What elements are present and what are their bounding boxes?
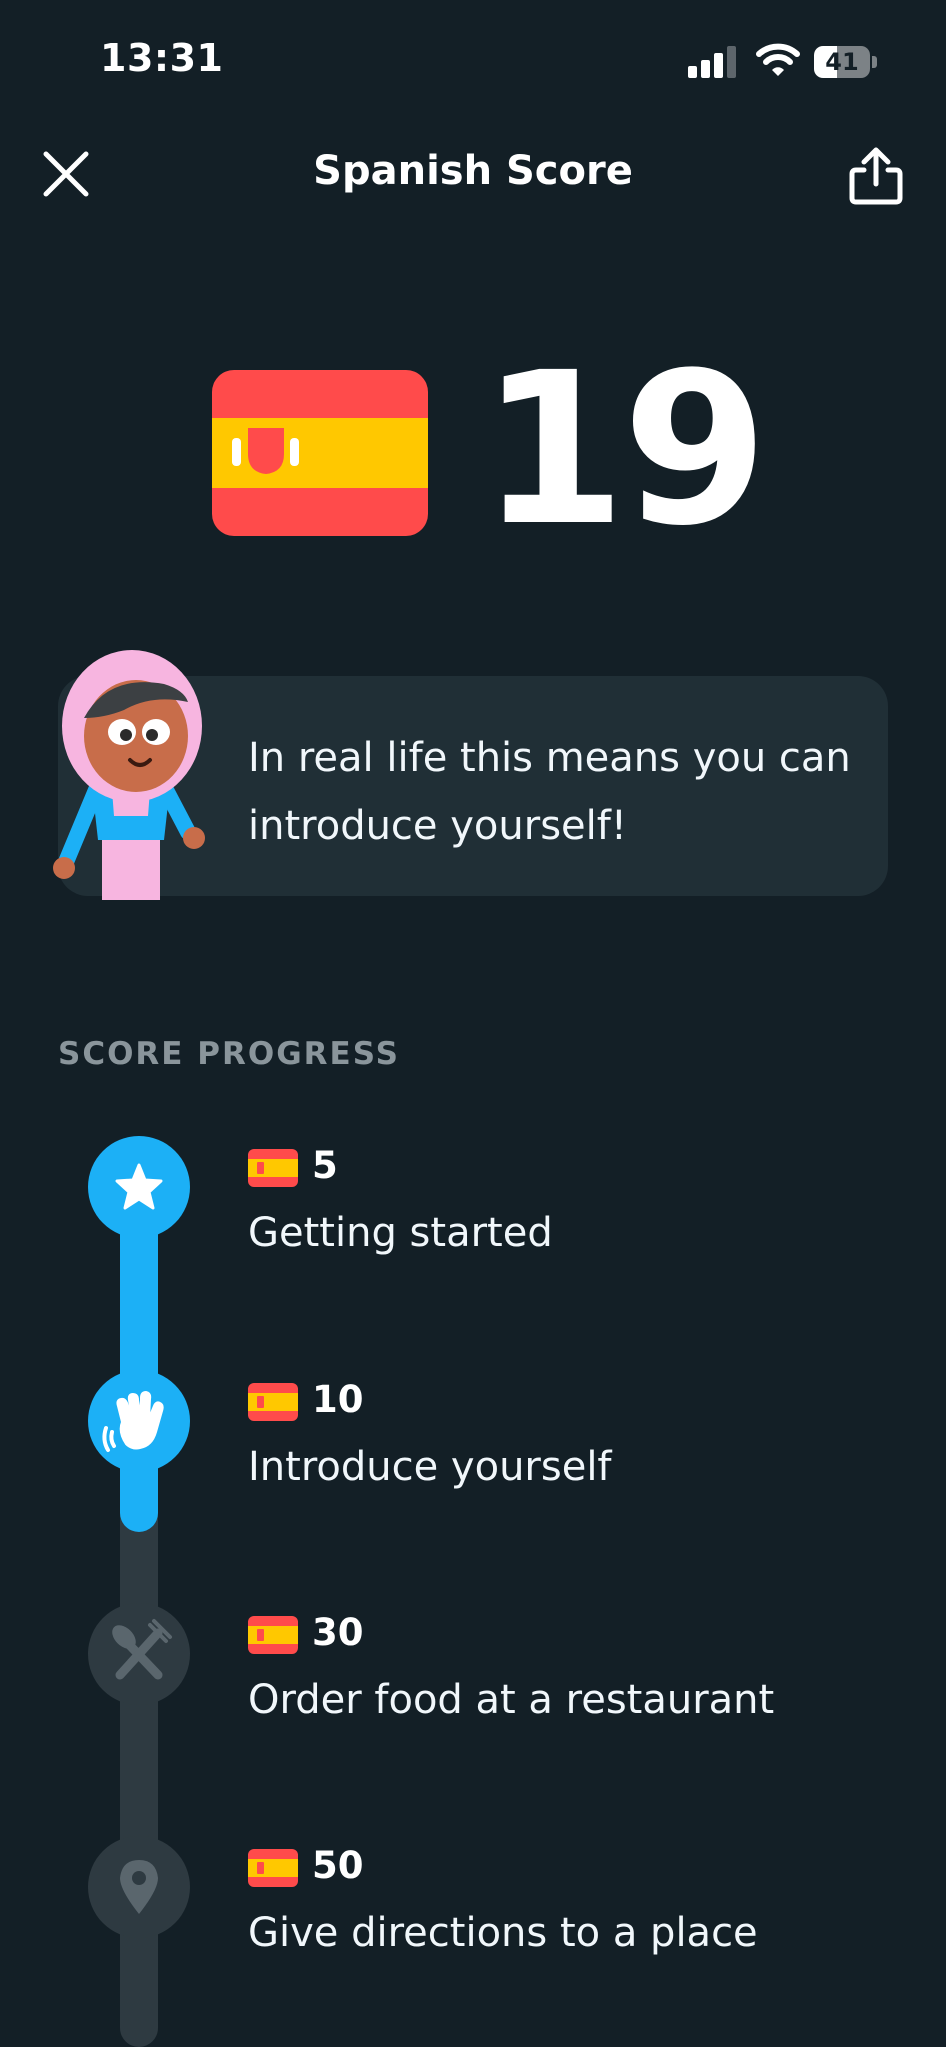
battery-icon: 41 [814,46,878,78]
spain-flag-icon [212,370,428,536]
status-time: 13:31 [100,36,224,80]
milestone-node-completed [88,1370,190,1472]
milestone-title: Introduce yourself [248,1444,612,1490]
score-value: 19 [480,327,768,572]
milestone-node-completed [88,1136,190,1238]
milestone-node-locked [88,1603,190,1705]
spain-flag-icon [248,1149,298,1187]
milestone-title: Give directions to a place [248,1910,758,1956]
waving-hand-icon [102,1391,164,1452]
location-pin-icon [120,1860,158,1914]
milestone-score: 50 [312,1844,364,1887]
spain-flag-icon [248,1616,298,1654]
milestone-score: 10 [312,1378,364,1421]
page-title: Spanish Score [313,148,633,194]
spain-flag-icon [248,1383,298,1421]
milestone-node-locked [88,1836,190,1938]
section-label: SCORE PROGRESS [58,1036,400,1072]
share-icon [849,147,903,205]
milestone-score: 30 [312,1611,364,1654]
cellular-signal-icon [688,46,740,78]
share-button[interactable] [846,144,906,208]
milestone-title: Getting started [248,1210,553,1256]
milestone-title: Order food at a restaurant [248,1677,775,1723]
wifi-icon [756,42,800,78]
fork-knife-icon [112,1619,172,1680]
spain-flag-icon [248,1849,298,1887]
card-message: In real life this means you can introduc… [248,735,851,849]
milestone-score: 5 [312,1144,338,1187]
star-icon [115,1163,163,1210]
character-illustration [52,640,212,900]
battery-level: 41 [825,48,859,76]
